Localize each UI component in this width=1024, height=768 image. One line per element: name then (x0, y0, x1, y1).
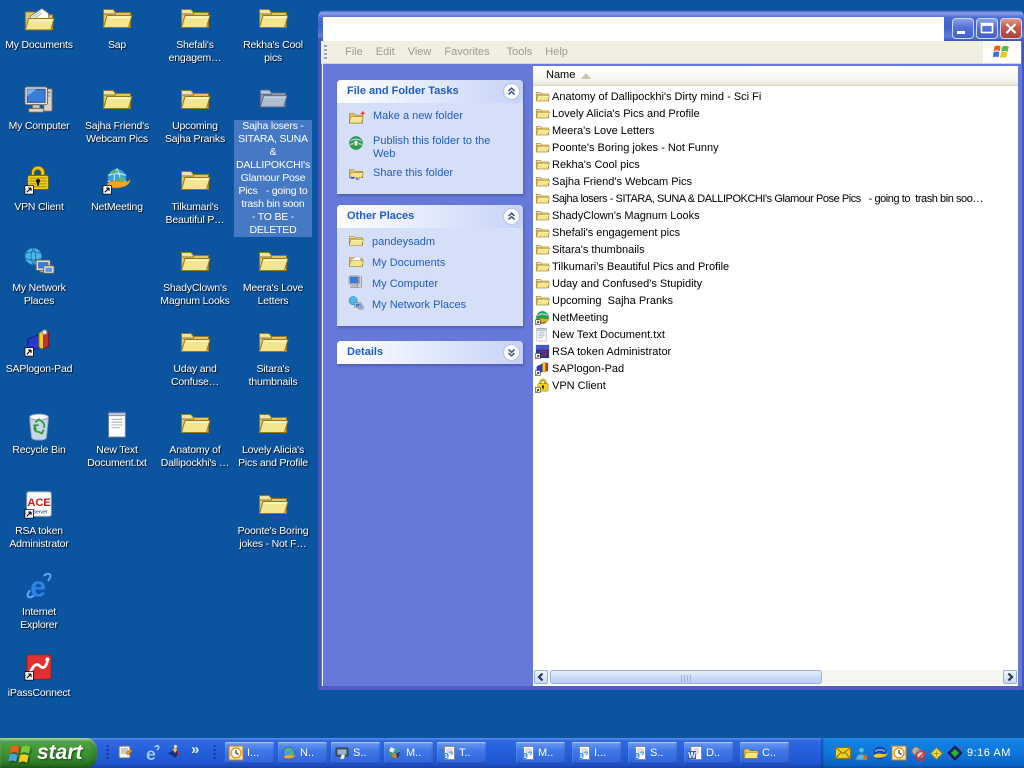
svg-text:W: W (688, 751, 696, 760)
svg-text:e: e (578, 750, 584, 761)
svg-text:e: e (522, 750, 528, 761)
svg-text:e: e (634, 750, 640, 761)
svg-text:e: e (443, 750, 449, 761)
svg-text:ACE: ACE (27, 497, 51, 509)
svg-text:Server: Server (32, 509, 48, 515)
